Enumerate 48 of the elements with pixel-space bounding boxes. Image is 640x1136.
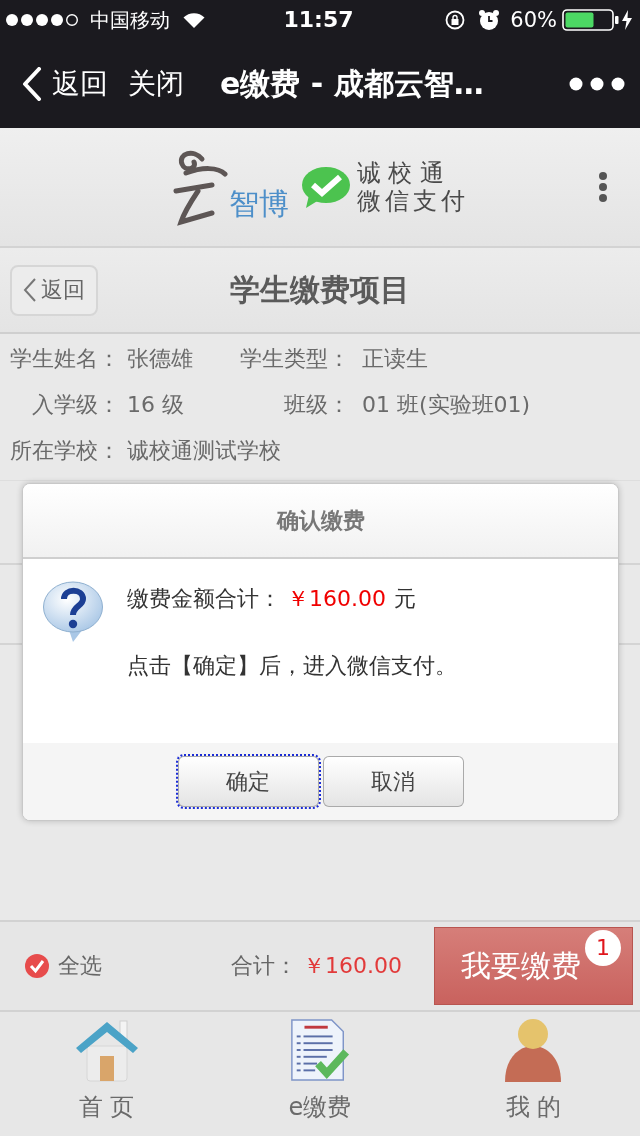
brand-text: 诚 校 通	[356, 159, 445, 187]
field-value: 16 级	[126, 391, 185, 419]
count-badge: 1	[585, 930, 621, 966]
more-icon[interactable]	[569, 77, 625, 91]
house-icon	[74, 1018, 139, 1082]
amount-value: ￥160.00	[287, 585, 386, 613]
tab-item[interactable]: 我 的	[426, 1012, 640, 1122]
chevron-left-icon	[22, 67, 42, 101]
document-check-icon	[288, 1018, 352, 1082]
brand-text: 微信支付	[356, 187, 469, 215]
question-bubble-icon	[42, 579, 104, 643]
clock-time: 11:57	[283, 7, 354, 33]
confirm-button[interactable]: 确定	[175, 754, 321, 809]
battery-icon	[562, 9, 619, 31]
field-label: 班级：	[283, 391, 350, 419]
amount-label: 缴费金额合计：	[127, 585, 281, 613]
back-button[interactable]: 返回	[10, 264, 98, 316]
close-button[interactable]: 关闭	[128, 66, 184, 102]
tab-item[interactable]: 首 页	[0, 1012, 214, 1122]
field-label: 学生姓名：	[9, 345, 120, 373]
carrier-name: 中国移动	[90, 8, 170, 32]
logo-text: 智博	[228, 187, 289, 221]
rotation-lock-icon	[445, 10, 466, 30]
chevron-left-icon	[23, 277, 37, 303]
field-value: 张德雄	[126, 345, 194, 373]
field-label: 入学级：	[31, 391, 120, 419]
amount-unit: 元	[394, 585, 416, 613]
pay-button[interactable]: 我要缴费 1	[434, 927, 633, 1005]
alarm-clock-icon	[478, 9, 501, 31]
menu-icon[interactable]	[598, 171, 608, 203]
field-label: 所在学校：	[9, 437, 120, 465]
battery-percent: 60%	[510, 7, 557, 33]
field-label: 学生类型：	[239, 345, 350, 373]
dialog-message: 点击【确定】后，进入微信支付。	[127, 652, 457, 680]
total-amount: ￥160.00	[303, 952, 402, 980]
wifi-icon	[182, 11, 206, 29]
page-title: 学生缴费项目	[230, 271, 410, 309]
tab-item[interactable]: e缴费	[213, 1012, 427, 1122]
back-button[interactable]: 返回	[22, 66, 108, 102]
total-label: 合计：	[231, 952, 297, 980]
charging-bolt-icon	[622, 10, 632, 30]
field-value: 诚校通测试学校	[126, 437, 281, 465]
select-all-label[interactable]: 全选	[58, 952, 102, 980]
field-value: 正读生	[361, 345, 429, 373]
checkbox-icon[interactable]	[25, 954, 49, 978]
field-value: 01 班(实验班01)	[361, 391, 532, 419]
window-title: e缴费 - 成都云智…	[220, 65, 484, 103]
dialog-title: 确认缴费	[276, 506, 365, 535]
